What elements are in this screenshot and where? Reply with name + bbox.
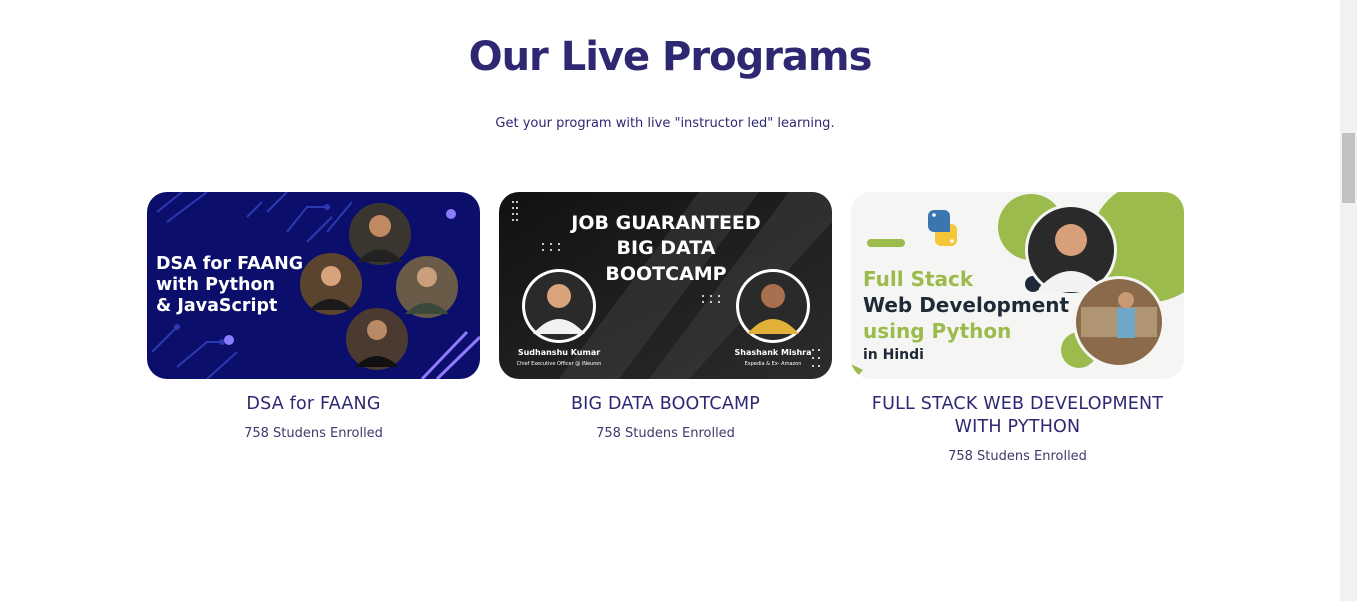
banner-line: JOB GUARANTEED	[569, 212, 760, 234]
instructor-role: Expedia & Ex- Amazon	[745, 361, 802, 367]
instructor-name: Sudhanshu Kumar	[518, 348, 600, 357]
instructor-photo	[347, 201, 413, 267]
banner-line: Full Stack	[863, 267, 974, 291]
program-card-bigdata[interactable]: JOB GUARANTEED BIG DATA BOOTCAMP Sudhans…	[499, 192, 832, 441]
program-banner-bigdata[interactable]: JOB GUARANTEED BIG DATA BOOTCAMP Sudhans…	[499, 192, 832, 379]
page: Our Live Programs Get your program with …	[0, 0, 1357, 601]
banner-line: BIG DATA	[617, 237, 716, 259]
program-title[interactable]: BIG DATA BOOTCAMP	[499, 393, 832, 416]
enrolled-count: 758 Studens Enrolled	[596, 426, 735, 441]
enrolled-count: 758 Studens Enrolled	[948, 449, 1087, 464]
program-banner-dsa[interactable]: DSA for FAANG with Python & JavaScript	[147, 192, 480, 379]
banner-line: Web Development	[863, 293, 1070, 317]
program-title[interactable]: FULL STACK WEB DEVELOPMENT WITH PYTHON	[851, 393, 1184, 439]
scrollbar-thumb[interactable]	[1342, 133, 1355, 203]
banner-line: BOOTCAMP	[605, 263, 726, 285]
banner-line: using Python	[863, 319, 1011, 343]
program-card-fullstack[interactable]: Full Stack Web Development using Python …	[851, 192, 1184, 464]
instructor-name: Shashank Mishra	[734, 348, 811, 357]
program-title[interactable]: DSA for FAANG	[147, 393, 480, 416]
section-title: Our Live Programs	[468, 34, 873, 80]
banner-line: & JavaScript	[156, 296, 277, 316]
banner-line: with Python	[156, 275, 275, 295]
program-card-dsa[interactable]: DSA for FAANG with Python & JavaScript D…	[147, 192, 480, 441]
enrolled-count: 758 Studens Enrolled	[244, 426, 383, 441]
section-subtitle: Get your program with live "instructor l…	[495, 116, 835, 131]
program-banner-fullstack[interactable]: Full Stack Web Development using Python …	[851, 192, 1184, 379]
page-scrollbar[interactable]	[1340, 0, 1357, 601]
banner-line: in Hindi	[863, 347, 924, 363]
instructor-role: Chief Executive Officer @ iNeuron	[517, 361, 602, 367]
banner-line: DSA for FAANG	[156, 254, 303, 274]
